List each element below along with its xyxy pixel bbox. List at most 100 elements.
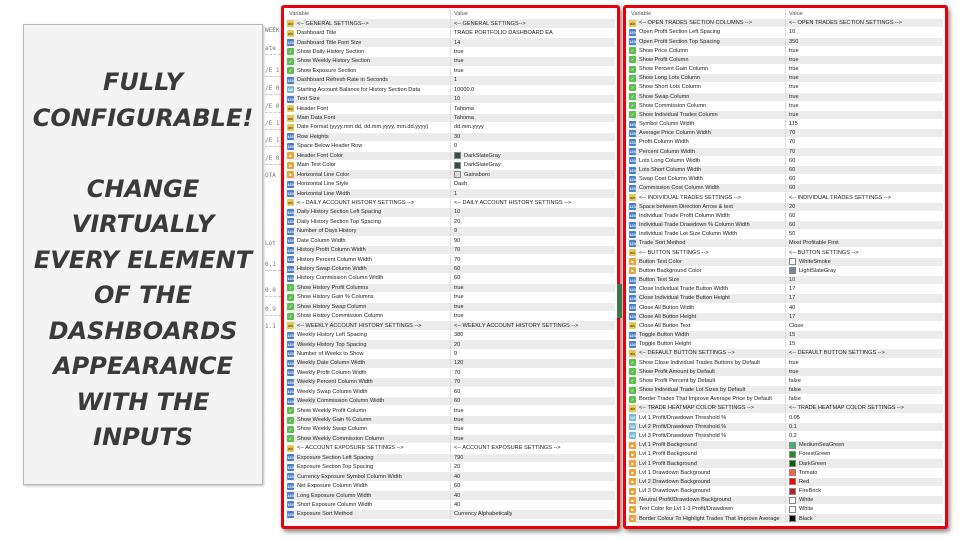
- input-value-cell[interactable]: 120: [451, 359, 463, 367]
- input-value-cell[interactable]: Close: [786, 322, 803, 330]
- input-value-cell[interactable]: DarkSlateGray: [451, 161, 501, 169]
- input-value-cell[interactable]: true: [786, 47, 799, 55]
- input-value-cell[interactable]: <-- DAILY ACCOUNT HISTORY SETTINGS -->: [451, 199, 571, 207]
- input-row[interactable]: 123 Space between Direction Arrow & text 2…: [628, 202, 943, 212]
- input-row[interactable]: ✓ Show Commission Column true: [628, 101, 943, 111]
- input-value-cell[interactable]: Tahoma: [451, 104, 474, 112]
- input-row[interactable]: ✓ Show Weekly Swap Column true: [286, 425, 615, 435]
- input-value-cell[interactable]: true: [786, 56, 799, 64]
- input-row[interactable]: 123 Dashboard Refresh Rate in Seconds 1: [286, 76, 615, 86]
- section-header-row[interactable]: ab <-- TRADE HEATMAP COLOR SETTINGS --> <-…: [628, 404, 943, 414]
- input-row[interactable]: 123 Symbol Column Width 115: [628, 120, 943, 130]
- input-value-cell[interactable]: 17: [786, 285, 795, 293]
- input-value-cell[interactable]: 20: [786, 203, 795, 211]
- input-row[interactable]: 123 Exposure Section Top Spacing 20: [286, 463, 615, 473]
- input-value-cell[interactable]: true: [786, 83, 799, 91]
- input-value-cell[interactable]: 10: [451, 208, 460, 216]
- input-value-cell[interactable]: 10000.0: [451, 86, 474, 94]
- input-row[interactable]: ✓ Show Close Individual Trades Buttons by…: [628, 358, 943, 368]
- input-row[interactable]: ✓ Show Short Lots Column true: [628, 83, 943, 93]
- input-value-cell[interactable]: 70: [451, 369, 460, 377]
- input-row[interactable]: ■ Button Background Color LightSlateGray: [628, 266, 943, 276]
- input-value-cell[interactable]: true: [451, 67, 464, 75]
- input-row[interactable]: ✓ Show Profit Percent by Default false: [628, 376, 943, 387]
- input-value-cell[interactable]: 70: [786, 129, 795, 137]
- input-value-cell[interactable]: 40: [451, 501, 460, 509]
- input-row[interactable]: 123 Weekly Commission Column Width 60: [286, 396, 615, 407]
- input-row[interactable]: 123 Row Heights 30: [286, 132, 615, 143]
- input-row[interactable]: ■ Neutral Profit/Drawdown Background White: [628, 496, 943, 506]
- input-value-cell[interactable]: 60: [451, 397, 460, 405]
- input-row[interactable]: 123 History Percent Column Width 70: [286, 255, 615, 265]
- input-value-cell[interactable]: Black: [786, 514, 813, 523]
- input-value-cell[interactable]: 40: [451, 472, 460, 480]
- input-row[interactable]: ✓ Show Swap Column true: [628, 92, 943, 102]
- input-row[interactable]: 123 Close All Button Width 40: [628, 303, 943, 313]
- input-row[interactable]: ■ Text Color for Lvl 1-3 Profit/Drawdown W…: [628, 505, 943, 515]
- input-value-cell[interactable]: 40: [786, 304, 795, 312]
- input-row[interactable]: ab Main Data Font Tahoma: [286, 113, 615, 124]
- input-value-cell[interactable]: ForestGreen: [786, 450, 830, 458]
- input-row[interactable]: 123 Horizontal Line Style Dash: [286, 179, 615, 190]
- input-row[interactable]: 123 History Profit Column Width 70: [286, 245, 615, 256]
- input-row[interactable]: ✓ Show Individual Trades Column true: [628, 110, 943, 121]
- input-row[interactable]: 123 Close All Button Height 17: [628, 312, 943, 322]
- input-value-cell[interactable]: 350: [786, 38, 798, 46]
- input-value-cell[interactable]: true: [451, 416, 464, 424]
- input-value-cell[interactable]: 10: [786, 276, 795, 284]
- input-row[interactable]: 123 Toggle Button Width 15: [628, 331, 943, 341]
- section-header-row[interactable]: ab <-- DAILY ACCOUNT HISTORY SETTINGS -->…: [286, 198, 615, 209]
- input-row[interactable]: 123 Weekly Percent Column Width 70: [286, 378, 615, 388]
- input-value-cell[interactable]: Gainsboro: [451, 170, 490, 179]
- input-value-cell[interactable]: true: [786, 102, 799, 110]
- input-value-cell[interactable]: Tomato: [786, 469, 817, 477]
- input-row[interactable]: ■ Horizontal Line Color Gainsboro: [286, 170, 615, 180]
- input-value-cell[interactable]: 60: [786, 184, 795, 192]
- input-row[interactable]: ■ Main Text Color DarkSlateGray: [286, 161, 615, 171]
- input-row[interactable]: 123 Number of Weeks to Show 9: [286, 349, 615, 360]
- input-value-cell[interactable]: 60: [786, 175, 795, 183]
- input-value-cell[interactable]: 60: [451, 388, 460, 396]
- input-value-cell[interactable]: 15: [786, 331, 795, 339]
- input-row[interactable]: 123 Currency Exposure Symbol Column Width…: [286, 472, 615, 482]
- input-value-cell[interactable]: true: [451, 303, 464, 311]
- column-header-value[interactable]: Value: [786, 10, 803, 18]
- section-header-row[interactable]: ab <-- DEFAULT BUTTON SETTINGS --> <-- DEF…: [628, 349, 943, 359]
- input-row[interactable]: 123 Close Individual Trade Button Height 1…: [628, 294, 943, 304]
- input-row[interactable]: 123 Text Size 10: [286, 94, 615, 105]
- input-value-cell[interactable]: DarkGreen: [786, 459, 826, 467]
- input-row[interactable]: 123 Daily History Section Top Spacing 20: [286, 217, 615, 228]
- input-row[interactable]: 123 Button Text Size 10: [628, 275, 943, 286]
- input-row[interactable]: ✓ Show Profit Column true: [628, 55, 943, 66]
- input-row[interactable]: ✓ Show Weekly Gain % Column true: [286, 415, 615, 426]
- input-row[interactable]: ✓ Border Trades That Improve Average Pric…: [628, 395, 943, 405]
- input-value-cell[interactable]: true: [786, 111, 799, 119]
- input-value-cell[interactable]: 30: [451, 133, 460, 141]
- input-value-cell[interactable]: 20: [451, 340, 460, 348]
- input-row[interactable]: 123 Short Exposure Column Width 40: [286, 500, 615, 511]
- input-row[interactable]: ■ Lvl 2 Drawdown Background Red: [628, 477, 943, 487]
- input-value-cell[interactable]: 20: [451, 463, 460, 471]
- input-row[interactable]: 123 Individual Trade Lot Size Column Widt…: [628, 230, 943, 240]
- input-row[interactable]: ✓ Show Long Lots Column true: [628, 74, 943, 84]
- input-row[interactable]: 123 Exposure Sort Method Currency Alphabet…: [286, 510, 615, 520]
- input-value-cell[interactable]: DarkSlateGray: [451, 152, 501, 160]
- input-value-cell[interactable]: false: [786, 377, 801, 385]
- section-header-row[interactable]: ab <-- BUTTON SETTINGS --> <-- BUTTON SETT…: [628, 248, 943, 258]
- input-row[interactable]: 123 Horizontal Line Width 1: [286, 189, 615, 199]
- input-value-cell[interactable]: true: [451, 48, 464, 56]
- input-value-cell[interactable]: true: [451, 425, 464, 433]
- input-row[interactable]: ab Close All Button Text Close: [628, 321, 943, 332]
- input-value-cell[interactable]: true: [786, 368, 799, 376]
- input-value-cell[interactable]: <-- ACCOUNT EXPOSURE SETTINGS -->: [451, 444, 561, 452]
- input-value-cell[interactable]: <-- GENERAL SETTINGS-->: [451, 19, 526, 27]
- input-row[interactable]: ✓ Show Weekly Profit Column true: [286, 406, 615, 416]
- input-value-cell[interactable]: 70: [786, 138, 795, 146]
- input-value-cell[interactable]: 0: [451, 142, 457, 150]
- input-row[interactable]: ✓ Show Exposure Section true: [286, 66, 615, 77]
- column-header-variable[interactable]: Variable: [286, 10, 451, 19]
- input-value-cell[interactable]: Red: [786, 478, 809, 486]
- input-row[interactable]: ✓ Show Weekly Commission Column true: [286, 434, 615, 445]
- input-row[interactable]: 123 Swap Cost Column Width 60: [628, 175, 943, 185]
- input-value-cell[interactable]: true: [451, 435, 464, 443]
